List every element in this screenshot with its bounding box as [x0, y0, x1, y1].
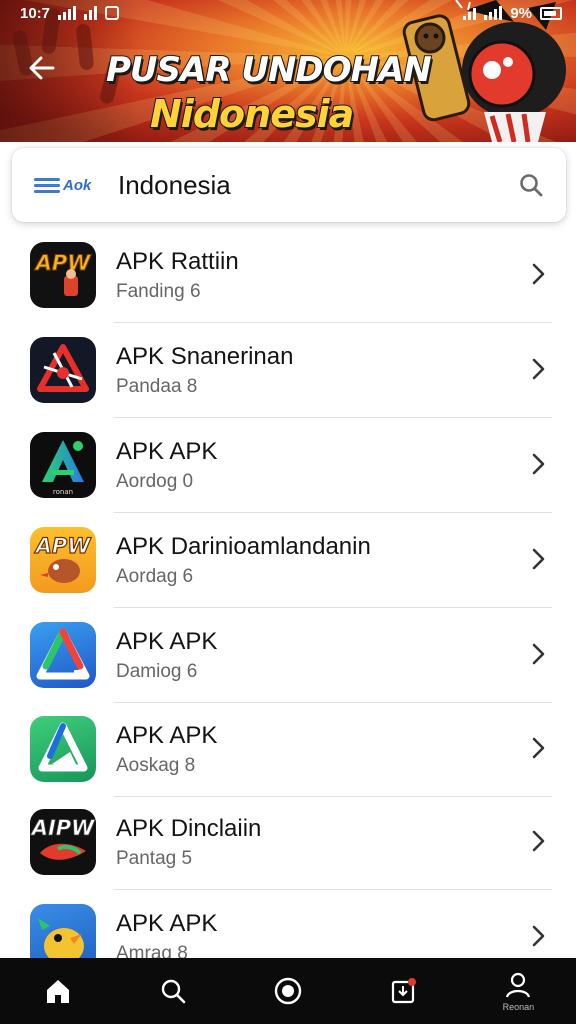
flag-stripes-icon: [34, 177, 60, 193]
chevron-right-icon: [532, 737, 545, 759]
person-icon: [506, 972, 531, 998]
list-item[interactable]: APW APK Rattiin Fanding 6: [0, 228, 576, 323]
search-input[interactable]: Indonesia: [118, 170, 516, 201]
app-title: APK Darinioamlandanin: [116, 533, 371, 560]
status-bar: 10:7 9%: [0, 0, 576, 26]
svg-text:ronan: ronan: [53, 488, 73, 496]
search-icon: [161, 979, 186, 1004]
app-icon-apw-orange: APW: [30, 527, 96, 593]
battery-percent: 9%: [510, 4, 532, 22]
battery-icon: [540, 6, 562, 20]
nav-profile[interactable]: Reonan: [478, 961, 558, 1021]
chevron-right-icon: [532, 643, 545, 665]
bottom-nav: Reonan: [0, 958, 576, 1024]
circle-icon: [274, 977, 302, 1005]
banner-title-line2: Nidonesia: [149, 91, 355, 137]
inbox-icon: [392, 978, 417, 1004]
chevron-right-icon: [532, 925, 545, 947]
app-subtitle: Pantag 5: [116, 848, 193, 869]
app-title: APK APK: [116, 910, 218, 937]
app-title: APK Snanerinan: [116, 343, 294, 370]
app-icon-blue-a: [30, 622, 96, 688]
signal-icon: [58, 6, 77, 20]
app-icon-green-a2: [30, 716, 96, 782]
list-item[interactable]: AIPW APK Dinclaiin Pantag 5: [0, 795, 576, 890]
app-list: APW APK Rattiin Fanding 6 APK Snanerinan…: [0, 228, 576, 958]
wifi-icon: [463, 6, 477, 20]
svg-text:AIPW: AIPW: [30, 816, 95, 840]
search-icon: [520, 174, 543, 197]
app-icon-apw: APW: [30, 242, 96, 308]
app-title: APK APK: [116, 438, 218, 465]
app-icon-red-triangle: [30, 337, 96, 403]
back-button[interactable]: [20, 46, 64, 90]
app-title: APK Dinclaiin: [116, 815, 262, 842]
list-item[interactable]: APK APK Aoskag 8: [0, 702, 576, 797]
nav-discover[interactable]: [248, 961, 328, 1021]
app-title: APK APK: [116, 628, 218, 655]
chevron-right-icon: [532, 830, 545, 852]
nav-profile-label: Reonan: [502, 1002, 535, 1012]
app-subtitle: Aordag 6: [116, 566, 194, 587]
arrow-left-icon: [29, 56, 55, 80]
app-subtitle: Damiog 6: [116, 661, 198, 682]
svg-text:APW: APW: [34, 534, 92, 558]
header-banner: 10:7 9% PUSAR UNDOHAN Nidonesia: [0, 0, 576, 142]
app-subtitle: Aoskag 8: [116, 755, 196, 776]
chevron-right-icon: [532, 453, 545, 475]
list-item[interactable]: APK Snanerinan Pandaa 8: [0, 323, 576, 418]
app-subtitle: Amrag 8: [116, 943, 188, 958]
cell-signal-icon: [484, 6, 503, 20]
nav-home[interactable]: [18, 961, 98, 1021]
nav-updates[interactable]: [363, 961, 443, 1021]
chevron-right-icon: [532, 358, 545, 380]
app-subtitle: Aordog 0: [116, 471, 194, 492]
signal-icon-2: [84, 6, 98, 20]
list-item[interactable]: APK APK Amrag 8: [0, 890, 576, 958]
search-logo: Aok: [34, 177, 106, 194]
banner-title: PUSAR UNDOHAN Nidonesia: [105, 49, 433, 137]
search-bar[interactable]: Aok Indonesia: [12, 148, 566, 222]
list-item[interactable]: ronan APK APK Aordog 0: [0, 418, 576, 513]
chevron-right-icon: [532, 263, 545, 285]
home-icon: [46, 980, 69, 1003]
list-item[interactable]: APW APK Darinioamlandanin Aordag 6: [0, 513, 576, 608]
chevron-right-icon: [532, 548, 545, 570]
app-icon-green-a: ronan: [30, 432, 96, 498]
app-subtitle: Fanding 6: [116, 281, 201, 302]
nav-search[interactable]: [133, 961, 213, 1021]
list-item[interactable]: APK APK Damiog 6: [0, 608, 576, 703]
app-icon-apw-red: AIPW: [30, 809, 96, 875]
search-button[interactable]: [516, 170, 546, 200]
app-subtitle: Pandaa 8: [116, 376, 198, 397]
app-title: APK APK: [116, 722, 218, 749]
notification-icon: [105, 6, 120, 20]
search-logo-text: Aok: [63, 176, 92, 194]
banner-title-line1: PUSAR UNDOHAN: [105, 49, 433, 91]
svg-text:APW: APW: [34, 251, 92, 275]
app-icon-bird-blue: [30, 904, 96, 958]
app-title: APK Rattiin: [116, 248, 239, 275]
status-time: 10:7: [20, 4, 51, 22]
